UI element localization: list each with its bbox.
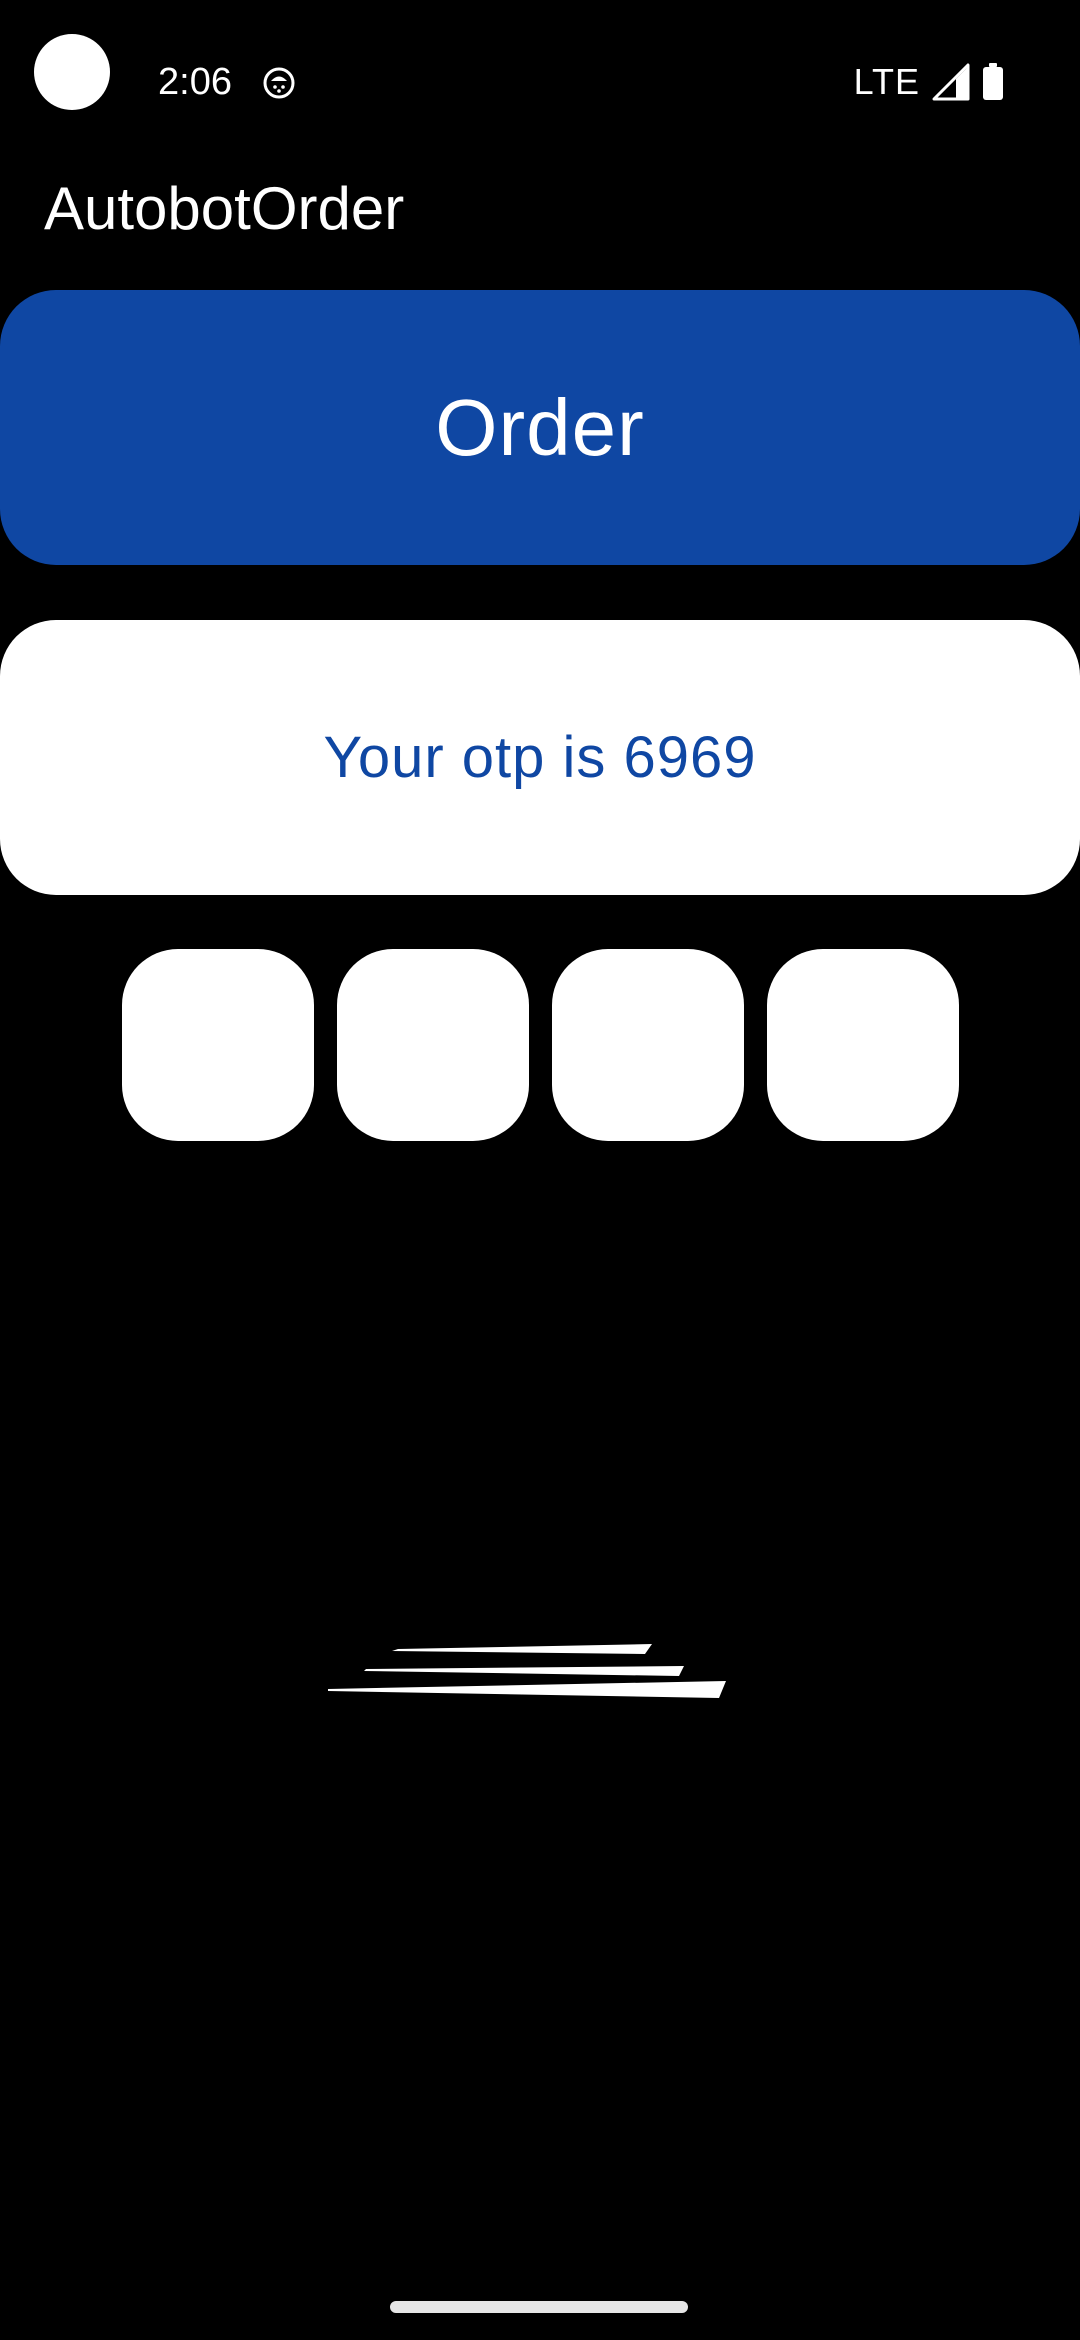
otp-digit-1-input[interactable] xyxy=(122,949,314,1141)
otp-digit-4-input[interactable] xyxy=(767,949,959,1141)
gesture-nav-handle[interactable] xyxy=(390,2301,688,2313)
status-time: 2:06 xyxy=(158,61,232,103)
otp-digit-2-input[interactable] xyxy=(337,949,529,1141)
app-title: AutobotOrder xyxy=(44,175,405,242)
otp-digit-3-input[interactable] xyxy=(552,949,744,1141)
camera-cutout xyxy=(34,34,110,110)
speed-lines-logo xyxy=(328,1644,726,1698)
signal-icon xyxy=(932,63,970,101)
phone-screen: 2:06 LTE AutobotOrder Order Your otp is … xyxy=(0,0,1080,2340)
status-icons: LTE xyxy=(854,58,1004,106)
android-debug-icon xyxy=(263,67,295,99)
network-type: LTE xyxy=(853,61,920,102)
order-button-label: Order xyxy=(435,382,645,472)
otp-message-text: Your otp is 6969 xyxy=(323,725,757,790)
battery-icon xyxy=(983,63,1003,100)
otp-message-card: Your otp is 6969 xyxy=(0,620,1080,895)
order-button[interactable]: Order xyxy=(0,290,1080,565)
otp-input-row xyxy=(122,949,959,1141)
